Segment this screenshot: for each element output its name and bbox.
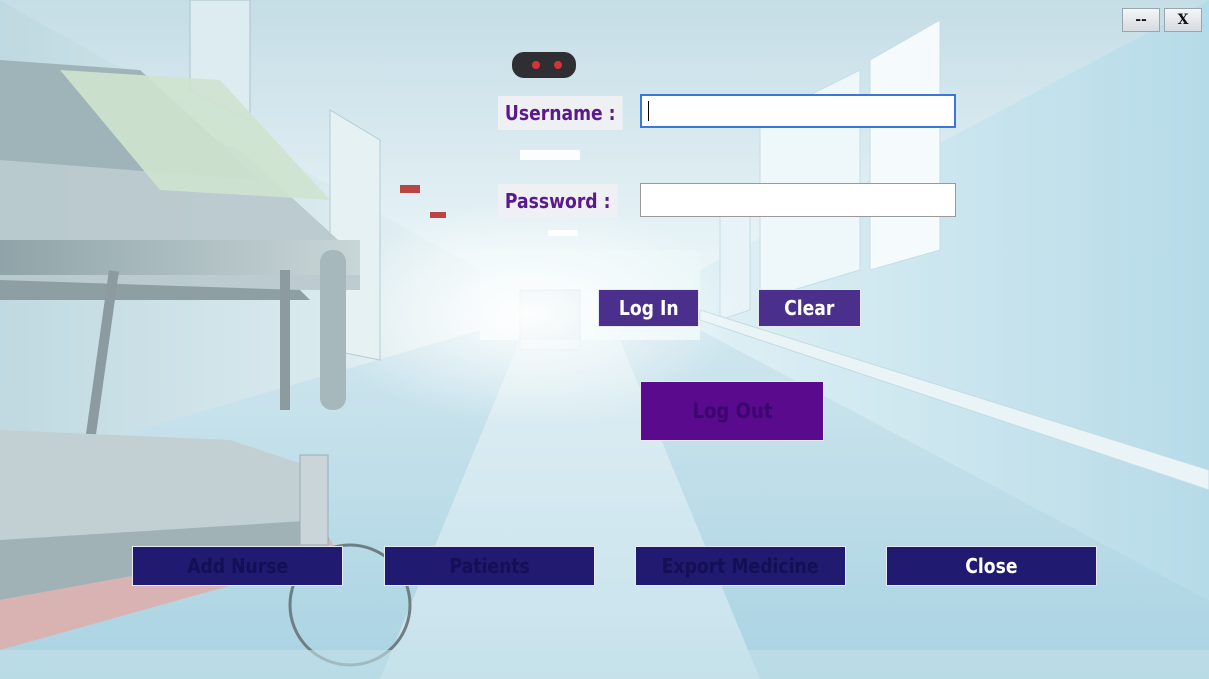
close-button-label: Close	[965, 554, 1018, 578]
add-nurse-button[interactable]: Add Nurse	[132, 546, 343, 586]
login-window: -- X Username : Password : Log In Clear …	[0, 0, 1209, 679]
close-button[interactable]: Close	[886, 546, 1097, 586]
username-label: Username :	[498, 96, 623, 130]
clear-button[interactable]: Clear	[758, 289, 861, 327]
text-cursor	[648, 101, 649, 121]
password-input[interactable]	[640, 183, 956, 217]
export-medicine-button[interactable]: Export Medicine	[635, 546, 846, 586]
username-input[interactable]	[640, 94, 956, 128]
login-button[interactable]: Log In	[598, 289, 699, 327]
logout-button[interactable]: Log Out	[640, 381, 824, 441]
add-nurse-button-label: Add Nurse	[187, 554, 288, 578]
patients-button[interactable]: Patients	[384, 546, 595, 586]
close-window-button[interactable]: X	[1164, 8, 1202, 32]
patients-button-label: Patients	[449, 554, 530, 578]
export-medicine-button-label: Export Medicine	[662, 554, 819, 578]
login-button-label: Log In	[618, 296, 679, 320]
logout-button-label: Log Out	[692, 399, 772, 423]
clear-button-label: Clear	[784, 296, 835, 320]
password-label: Password :	[498, 184, 618, 218]
minimize-button[interactable]: --	[1122, 8, 1160, 32]
